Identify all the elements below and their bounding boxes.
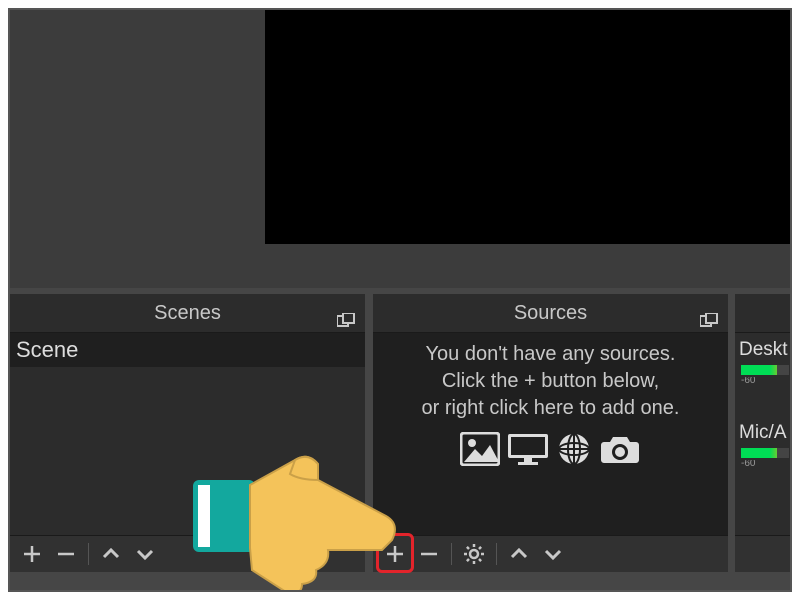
toolbar-separator xyxy=(451,543,452,565)
mixer-body: Deskt -60 Mic/A -60 xyxy=(735,333,792,536)
scenes-toolbar xyxy=(10,535,365,572)
mixer-panel-title xyxy=(735,294,792,333)
monitor-icon xyxy=(506,432,550,471)
source-move-up-button[interactable] xyxy=(507,542,531,566)
hint-line: Click the + button below, xyxy=(387,368,714,395)
toolbar-separator xyxy=(88,543,89,565)
mixer-channel-label: Deskt xyxy=(735,333,792,361)
toolbar-separator xyxy=(496,543,497,565)
audio-mixer-panel: Deskt -60 Mic/A -60 xyxy=(735,294,792,572)
sources-title-text: Sources xyxy=(514,302,587,324)
app-frame: Scenes Scene xyxy=(8,8,792,592)
source-properties-button[interactable] xyxy=(462,542,486,566)
scene-list-item[interactable]: Scene xyxy=(10,333,365,367)
mixer-channel-label: Mic/A xyxy=(735,416,792,444)
camera-icon xyxy=(598,432,642,471)
sources-list[interactable]: You don't have any sources. Click the + … xyxy=(373,333,728,536)
add-scene-button[interactable] xyxy=(20,542,44,566)
source-move-down-button[interactable] xyxy=(541,542,565,566)
mixer-toolbar xyxy=(735,535,792,572)
scenes-panel-title: Scenes xyxy=(10,294,365,333)
hint-line: or right click here to add one. xyxy=(387,395,714,422)
globe-icon xyxy=(556,432,592,471)
sources-toolbar xyxy=(373,535,728,572)
audio-meter xyxy=(741,448,789,458)
scene-move-up-button[interactable] xyxy=(99,542,123,566)
audio-meter xyxy=(741,365,789,375)
sources-empty-hint: You don't have any sources. Click the + … xyxy=(373,333,728,428)
source-type-icons xyxy=(373,432,728,471)
sources-panel: Sources You don't have any sources. Clic… xyxy=(373,294,728,572)
scene-move-down-button[interactable] xyxy=(133,542,157,566)
scenes-list[interactable]: Scene xyxy=(10,333,365,536)
hint-line: You don't have any sources. xyxy=(387,341,714,368)
scenes-title-text: Scenes xyxy=(154,302,221,324)
tutorial-highlight xyxy=(376,533,414,573)
image-icon xyxy=(460,432,500,471)
remove-scene-button[interactable] xyxy=(54,542,78,566)
preview-canvas[interactable] xyxy=(265,10,792,244)
preview-area xyxy=(10,10,790,288)
sources-panel-title: Sources xyxy=(373,294,728,333)
scenes-panel: Scenes Scene xyxy=(10,294,365,572)
remove-source-button[interactable] xyxy=(417,542,441,566)
